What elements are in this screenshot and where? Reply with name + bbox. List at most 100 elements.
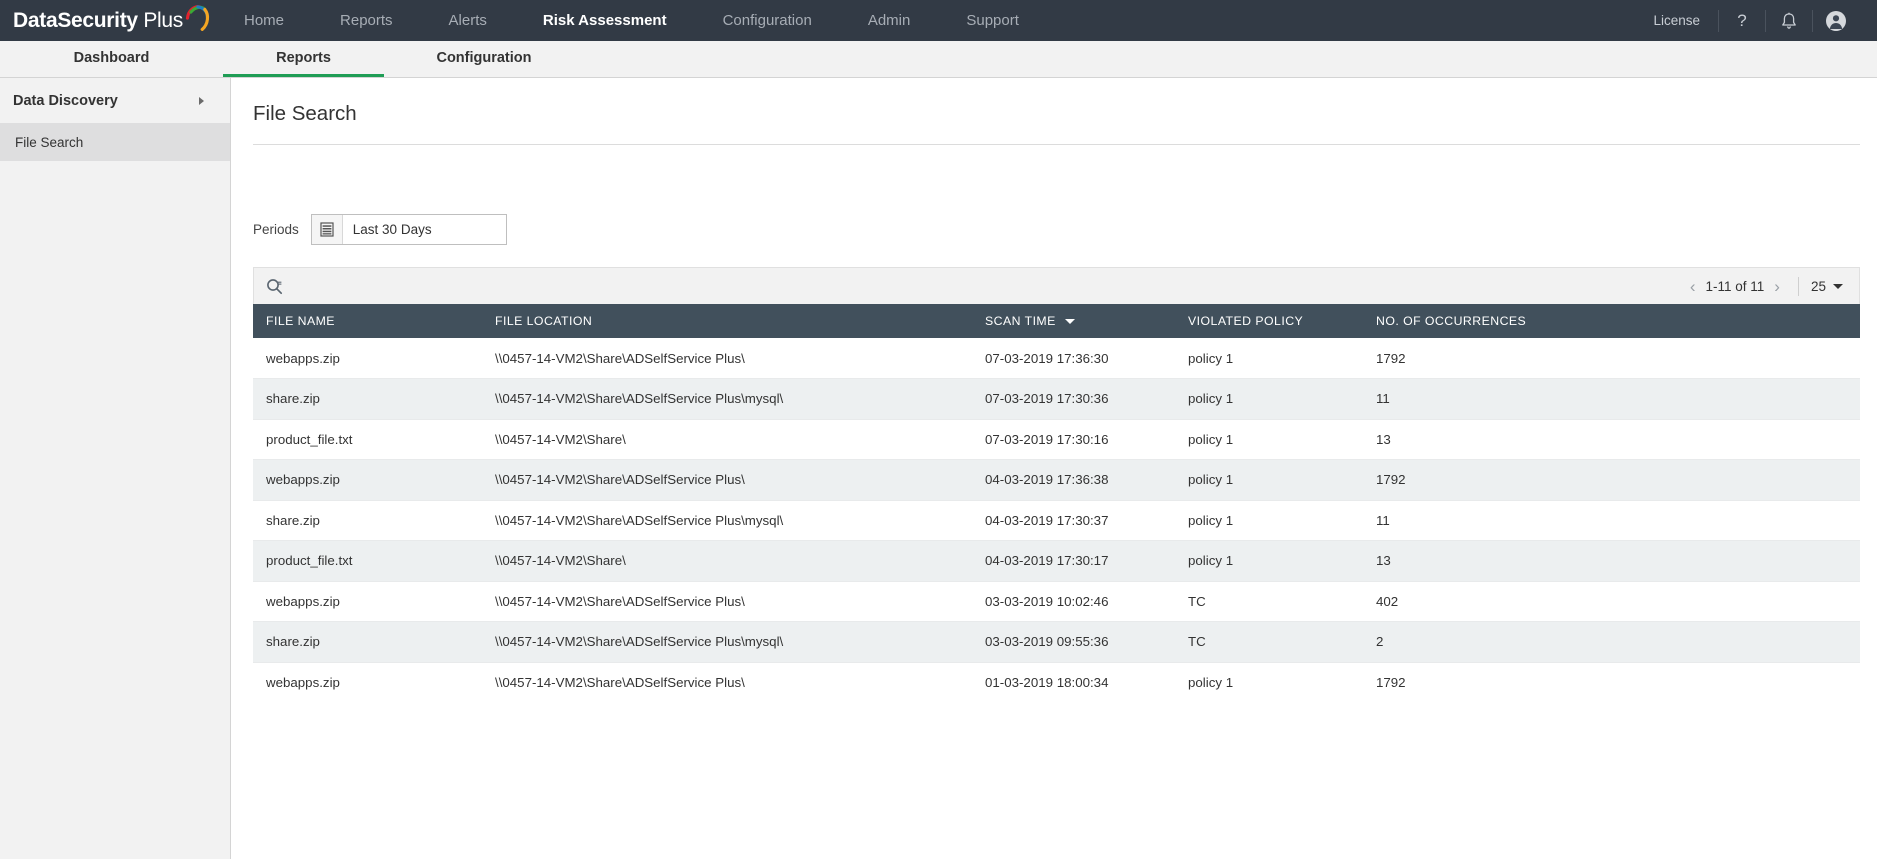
help-icon[interactable]: ? [1719,0,1765,41]
cell-file_location: \\0457-14-VM2\Share\ADSelfService Plus\m… [482,378,972,420]
cell-scan_time: 07-03-2019 17:36:30 [972,338,1175,379]
nav-item-reports[interactable]: Reports [312,0,421,41]
chevron-right-icon [199,96,204,105]
table-row[interactable]: share.zip \\0457-14-VM2\Share\ADSelfServi… [253,500,1860,541]
table-row[interactable]: webapps.zip \\0457-14-VM2\Share\ADSelfSer… [253,459,1860,501]
pagination-controls: ‹ 1-11 of 11 › 25 [1680,276,1849,296]
cell-file_location: \\0457-14-VM2\Share\ADSelfService Plus\ [482,338,972,379]
user-avatar-icon[interactable] [1813,0,1859,41]
nav-item-risk-assessment[interactable]: Risk Assessment [515,0,695,41]
pagination-range: 1-11 of 11 [1705,278,1765,294]
app-logo-text: DataSecurity Plus [13,9,183,33]
prev-page-button[interactable]: ‹ [1680,278,1706,295]
cell-occurrences: 11 [1363,500,1860,541]
cell-violated_policy: policy 1 [1175,419,1363,460]
cell-file_name: webapps.zip [253,338,482,379]
next-page-button[interactable]: › [1764,278,1790,295]
cell-file_location: \\0457-14-VM2\Share\ADSelfService Plus\ [482,581,972,622]
table-scroll-region[interactable]: FILE NAME FILE LOCATION SCAN TIME VIOLAT… [253,304,1860,702]
periods-value[interactable]: Last 30 Days [343,215,506,244]
search-icon[interactable] [266,278,283,295]
cell-scan_time: 03-03-2019 09:55:36 [972,621,1175,663]
nav-item-home[interactable]: Home [216,0,312,41]
table-header-row: FILE NAME FILE LOCATION SCAN TIME VIOLAT… [253,304,1860,338]
cell-file_name: product_file.txt [253,419,482,460]
cell-file_name: webapps.zip [253,662,482,702]
column-header-label: FILE LOCATION [495,314,593,328]
table-row[interactable]: webapps.zip \\0457-14-VM2\Share\ADSelfSer… [253,581,1860,622]
page-title: File Search [253,102,357,125]
cell-occurrences: 1792 [1363,338,1860,379]
cell-file_location: \\0457-14-VM2\Share\ [482,419,972,460]
chevron-down-icon [1833,283,1843,289]
cell-occurrences: 2 [1363,621,1860,663]
cell-file_name: webapps.zip [253,581,482,622]
tab-dashboard[interactable]: Dashboard [0,41,223,77]
cell-file_name: share.zip [253,500,482,541]
table-toolbar: ‹ 1-11 of 11 › 25 [253,267,1860,304]
cell-file_location: \\0457-14-VM2\Share\ADSelfService Plus\m… [482,500,972,541]
cell-scan_time: 04-03-2019 17:30:17 [972,540,1175,582]
column-header-violated-policy[interactable]: VIOLATED POLICY [1175,304,1363,338]
sidebar-group-label: Data Discovery [13,92,118,109]
cell-scan_time: 03-03-2019 10:02:46 [972,581,1175,622]
table-row[interactable]: product_file.txt \\0457-14-VM2\Share\ 07-0… [253,419,1860,460]
cell-violated_policy: policy 1 [1175,378,1363,420]
nav-item-support[interactable]: Support [938,0,1047,41]
page-size-value: 25 [1810,278,1826,294]
periods-control[interactable]: Last 30 Days [310,213,507,245]
cell-file_location: \\0457-14-VM2\Share\ [482,540,972,582]
main-content: File Search Periods Last 30 Days ‹ 1-11 … [231,78,1877,859]
cell-scan_time: 01-03-2019 18:00:34 [972,662,1175,702]
cell-violated_policy: TC [1175,621,1363,663]
calendar-icon[interactable] [311,214,343,244]
column-header-label: VIOLATED POLICY [1188,314,1304,328]
cell-file_location: \\0457-14-VM2\Share\ADSelfService Plus\ [482,459,972,501]
cell-occurrences: 1792 [1363,662,1860,702]
cell-violated_policy: policy 1 [1175,540,1363,582]
cell-violated_policy: policy 1 [1175,500,1363,541]
sidebar-group-data-discovery[interactable]: Data Discovery [0,78,230,123]
column-header-label: NO. OF OCCURRENCES [1376,314,1527,328]
bell-icon[interactable] [1766,0,1812,41]
cell-file_name: share.zip [253,378,482,420]
table-header: FILE NAME FILE LOCATION SCAN TIME VIOLAT… [253,304,1860,338]
cell-occurrences: 11 [1363,378,1860,420]
column-header-occurrences[interactable]: NO. OF OCCURRENCES [1363,304,1860,338]
table-row[interactable]: product_file.txt \\0457-14-VM2\Share\ 04-0… [253,540,1860,582]
nav-item-admin[interactable]: Admin [840,0,939,41]
license-link[interactable]: License [1635,13,1718,28]
nav-item-alerts[interactable]: Alerts [421,0,515,41]
table-row[interactable]: webapps.zip \\0457-14-VM2\Share\ADSelfSer… [253,662,1860,702]
brand-suffix: Plus [137,8,183,32]
top-nav-menu: Home Reports Alerts Risk Assessment Conf… [216,0,1047,41]
column-header-file-location[interactable]: FILE LOCATION [482,304,972,338]
nav-item-configuration[interactable]: Configuration [695,0,840,41]
cell-violated_policy: TC [1175,581,1363,622]
sidebar: Data Discovery File Search [0,78,231,859]
divider [1797,276,1799,296]
column-header-file-name[interactable]: FILE NAME [253,304,482,338]
filter-bar: Periods Last 30 Days [253,208,1860,250]
column-header-label: FILE NAME [266,314,335,328]
periods-label: Periods [253,221,299,237]
table-row[interactable]: share.zip \\0457-14-VM2\Share\ADSelfServi… [253,378,1860,420]
cell-occurrences: 402 [1363,581,1860,622]
page-size-selector[interactable]: 25 [1811,279,1849,294]
help-icon-glyph: ? [1737,10,1747,30]
top-navigation-bar: DataSecurity Plus Home Reports Alerts Ri… [0,0,1877,41]
tab-reports[interactable]: Reports [223,41,384,77]
cell-scan_time: 07-03-2019 17:30:36 [972,378,1175,420]
top-nav-right-tools: License ? [1635,0,1877,41]
table-row[interactable]: webapps.zip \\0457-14-VM2\Share\ADSelfSer… [253,338,1860,379]
tab-configuration[interactable]: Configuration [384,41,584,77]
table-row[interactable]: share.zip \\0457-14-VM2\Share\ADSelfServi… [253,621,1860,663]
app-logo[interactable]: DataSecurity Plus [0,4,210,38]
column-header-scan-time[interactable]: SCAN TIME [972,304,1175,338]
file-search-results-table: FILE NAME FILE LOCATION SCAN TIME VIOLAT… [253,304,1860,702]
cell-file_location: \\0457-14-VM2\Share\ADSelfService Plus\m… [482,621,972,663]
logo-swoosh-icon [185,4,210,31]
sidebar-item-file-search[interactable]: File Search [0,123,230,161]
cell-violated_policy: policy 1 [1175,338,1363,379]
cell-file_name: share.zip [253,621,482,663]
